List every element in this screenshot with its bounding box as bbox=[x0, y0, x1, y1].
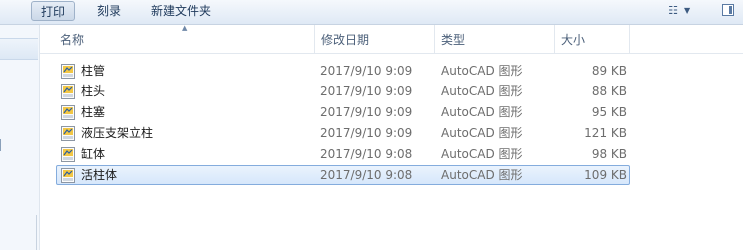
column-header-modified[interactable]: 修改日期 bbox=[315, 25, 435, 53]
file-modified: 2017/9/10 9:09 bbox=[320, 105, 413, 119]
column-type-label: 类型 bbox=[441, 33, 466, 47]
column-name-label: 名称 bbox=[60, 33, 85, 47]
dwg-file-icon bbox=[61, 84, 75, 99]
column-header-size[interactable]: 大小 bbox=[555, 25, 630, 53]
file-row[interactable]: 柱塞 2017/9/10 9:09 AutoCAD 图形 95 KB bbox=[56, 102, 630, 122]
file-type: AutoCAD 图形 bbox=[441, 64, 523, 78]
file-modified: 2017/9/10 9:09 bbox=[320, 126, 413, 140]
file-row[interactable]: 缸体 2017/9/10 9:08 AutoCAD 图形 98 KB bbox=[56, 144, 630, 164]
nav-tree-marker bbox=[0, 139, 4, 151]
file-modified: 2017/9/10 9:08 bbox=[320, 147, 413, 161]
preview-pane-icon[interactable] bbox=[722, 4, 734, 16]
file-modified: 2017/9/10 9:09 bbox=[320, 64, 413, 78]
file-size: 121 KB bbox=[584, 126, 627, 140]
nav-tree-line bbox=[36, 215, 37, 250]
file-size: 88 KB bbox=[591, 84, 627, 98]
file-type: AutoCAD 图形 bbox=[441, 84, 523, 98]
view-options-icon[interactable]: ☷ bbox=[666, 4, 680, 18]
file-size: 98 KB bbox=[591, 147, 627, 161]
navigation-pane bbox=[0, 25, 40, 250]
sort-ascending-icon: ▲ bbox=[182, 24, 188, 32]
dwg-file-icon bbox=[61, 64, 75, 79]
column-headers: 名称 ▲ 修改日期 类型 大小 bbox=[40, 24, 743, 54]
dwg-file-icon bbox=[61, 126, 75, 141]
file-type: AutoCAD 图形 bbox=[441, 168, 523, 182]
file-name: 缸体 bbox=[81, 147, 106, 161]
command-bar: 打印 刻录 新建文件夹 ☷ ▼ bbox=[0, 0, 743, 25]
file-modified: 2017/9/10 9:08 bbox=[320, 168, 413, 182]
burn-button[interactable]: 刻录 bbox=[88, 1, 130, 21]
file-row[interactable]: 液压支架立柱 2017/9/10 9:09 AutoCAD 图形 121 KB bbox=[56, 123, 630, 143]
column-modified-label: 修改日期 bbox=[321, 33, 370, 47]
file-name: 柱头 bbox=[81, 84, 106, 98]
new-folder-button[interactable]: 新建文件夹 bbox=[142, 1, 220, 21]
file-row-selected[interactable]: 活柱体 2017/9/10 9:08 AutoCAD 图形 109 KB bbox=[56, 165, 630, 185]
file-type: AutoCAD 图形 bbox=[441, 105, 523, 119]
column-header-type[interactable]: 类型 bbox=[435, 25, 555, 53]
file-row[interactable]: 柱头 2017/9/10 9:09 AutoCAD 图形 88 KB bbox=[56, 81, 630, 101]
file-size: 89 KB bbox=[591, 64, 627, 78]
file-name: 柱管 bbox=[81, 64, 106, 78]
file-row[interactable]: 柱管 2017/9/10 9:09 AutoCAD 图形 89 KB bbox=[56, 61, 630, 81]
file-modified: 2017/9/10 9:09 bbox=[320, 84, 413, 98]
dwg-file-icon bbox=[61, 168, 75, 183]
column-size-label: 大小 bbox=[561, 33, 586, 47]
file-name: 活柱体 bbox=[81, 168, 118, 182]
dwg-file-icon bbox=[61, 147, 75, 162]
file-name: 柱塞 bbox=[81, 105, 106, 119]
view-options-dropdown-icon[interactable]: ▼ bbox=[684, 4, 690, 18]
dwg-file-icon bbox=[61, 105, 75, 120]
nav-selected-item[interactable] bbox=[0, 38, 38, 60]
file-size: 95 KB bbox=[591, 105, 627, 119]
print-button[interactable]: 打印 bbox=[31, 1, 76, 21]
file-size: 109 KB bbox=[584, 168, 627, 182]
file-type: AutoCAD 图形 bbox=[441, 147, 523, 161]
file-type: AutoCAD 图形 bbox=[441, 126, 523, 140]
file-name: 液压支架立柱 bbox=[81, 126, 154, 140]
